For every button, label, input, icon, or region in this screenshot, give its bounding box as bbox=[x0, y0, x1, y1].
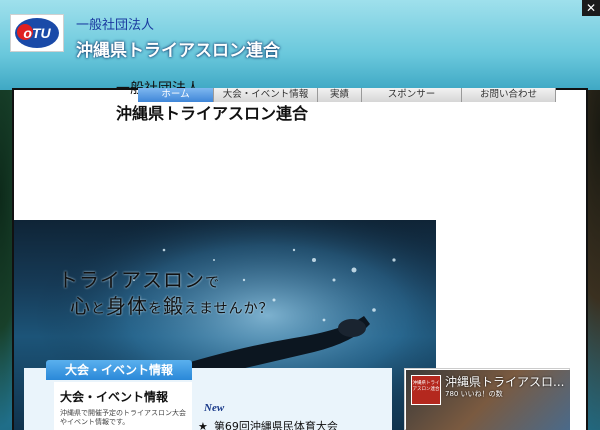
org-name: 沖縄県トライアスロン連合 bbox=[76, 41, 280, 61]
events-card[interactable]: 大会・イベント情報 沖縄県で開催予定のトライアスロン大会やイベント情報です。 bbox=[54, 382, 192, 430]
new-label: New bbox=[204, 402, 225, 414]
nav-events[interactable]: 大会・イベント情報 bbox=[214, 88, 318, 102]
facebook-likes: 780 いいね！の数 bbox=[445, 390, 503, 398]
nav-contact[interactable]: お問い合わせ bbox=[462, 88, 556, 102]
main-nav: ホーム 大会・イベント情報 実績 スポンサー お問い合わせ bbox=[138, 88, 556, 102]
org-type: 一般社団法人 bbox=[76, 18, 155, 33]
nav-results[interactable]: 実績 bbox=[318, 88, 362, 102]
hero-headline-1: トライアスロンで bbox=[58, 268, 220, 292]
events-card-title: 大会・イベント情報 bbox=[60, 390, 169, 404]
facebook-widget[interactable]: 沖縄県トライアスロン連合 沖縄県トライアスロ... 780 いいね！の数 bbox=[404, 368, 570, 430]
facebook-page-name[interactable]: 沖縄県トライアスロ... bbox=[445, 373, 564, 390]
nav-sponsors[interactable]: スポンサー bbox=[362, 88, 462, 102]
nav-home[interactable]: ホーム bbox=[138, 88, 214, 102]
star-icon: ★ bbox=[198, 420, 208, 430]
logo-icon: oTU bbox=[15, 18, 59, 48]
hero-headline-2: 心と身体を鍛えませんか？ bbox=[70, 294, 274, 318]
facebook-page-thumbnail: 沖縄県トライアスロン連合 bbox=[411, 375, 441, 405]
news-item[interactable]: ★ 第69回沖縄県民体育大会 bbox=[198, 418, 338, 430]
site-header: oTU 一般社団法人 沖縄県トライアスロン連合 bbox=[0, 0, 600, 90]
events-banner[interactable]: 大会・イベント情報 bbox=[46, 360, 192, 380]
news-item-title: 第69回沖縄県民体育大会 bbox=[213, 420, 338, 430]
close-button[interactable]: ✕ bbox=[582, 0, 600, 16]
otu-logo[interactable]: oTU bbox=[10, 14, 64, 52]
events-card-desc: 沖縄県で開催予定のトライアスロン大会やイベント情報です。 bbox=[60, 409, 186, 426]
frame-org-name: 沖縄県トライアスロン連合 bbox=[116, 104, 309, 123]
